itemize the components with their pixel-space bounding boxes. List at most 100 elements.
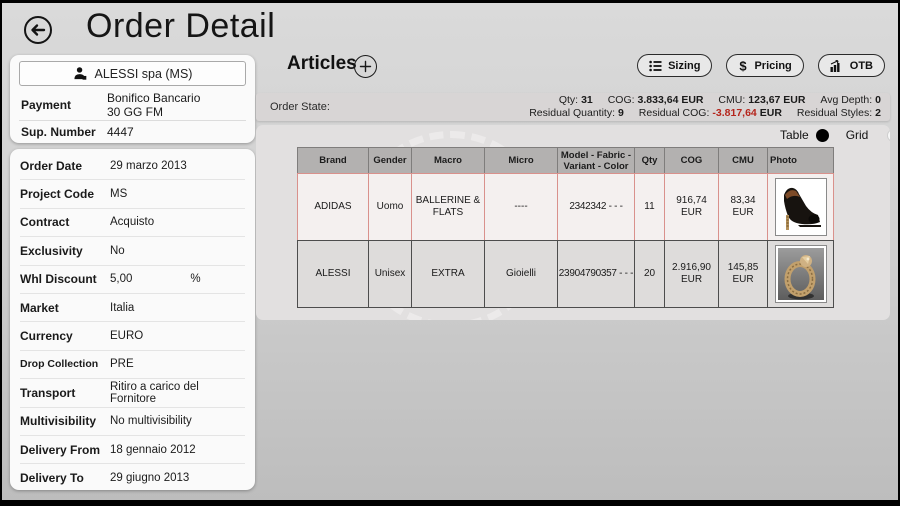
column-header-cog: COG [664, 147, 719, 174]
field-row-drop-collection: Drop Collection PRE [20, 351, 245, 380]
person-icon [73, 67, 86, 80]
chart-icon [830, 59, 840, 72]
sizing-button-label: Sizing [668, 59, 701, 72]
stat-residual-cog: Residual COG: -3.817,64 EUR [638, 107, 782, 119]
field-value: EURO [110, 330, 144, 343]
column-header-gender: Gender [368, 147, 412, 174]
field-label: Delivery To [20, 471, 84, 486]
payment-row: Payment Bonifico Bancario 30 GG FM [19, 90, 246, 121]
field-label: Whl Discount [20, 272, 97, 287]
field-label: Order Date [20, 158, 83, 173]
order-detail-screen: Order Detail ALESSI spa (MS) Payment Bon… [0, 0, 900, 506]
order-state-line1: Qty: 31 COG: 3.833,64 EUR CMU: 123,67 EUR A… [517, 94, 881, 107]
customer-button[interactable]: ALESSI spa (MS) [19, 61, 246, 86]
add-article-button[interactable] [354, 55, 377, 78]
svg-text:$: $ [740, 59, 748, 73]
field-row-currency: Currency EURO [20, 322, 245, 351]
order-state-stats: Qty: 31 COG: 3.833,64 EUR CMU: 123,67 EUR A… [517, 94, 890, 120]
articles-table: Brand Gender Macro Micro Model - Fabric … [297, 147, 834, 308]
cell-photo [767, 173, 834, 241]
back-button[interactable] [24, 16, 52, 44]
field-row-market: Market Italia [20, 294, 245, 323]
table-view-radio[interactable] [815, 128, 829, 142]
cell-cog: 2.916,90 EUR [664, 240, 719, 308]
payment-label: Payment [21, 98, 72, 112]
field-row-transport: Transport Ritiro a carico del Fornitore [20, 379, 245, 408]
stat-avg-depth: Avg Depth: 0 [820, 94, 881, 106]
field-value: PRE [110, 358, 134, 371]
field-row-multivisibility: Multivisibility No multivisibility [20, 408, 245, 436]
customer-name: ALESSI spa (MS) [94, 66, 193, 81]
dollar-icon: $ [740, 59, 748, 73]
pricing-button-label: Pricing [754, 59, 792, 72]
cell-gender: Uomo [368, 173, 412, 241]
column-header-qty: Qty [634, 147, 665, 174]
cell-brand: ALESSI [297, 240, 369, 308]
table-view-label: Table [780, 128, 809, 142]
field-row-order-date: Order Date 29 marzo 2013 [20, 152, 245, 181]
otb-button[interactable]: OTB [817, 54, 885, 77]
field-value: No [110, 244, 125, 257]
cell-cmu: 145,85 EUR [718, 240, 768, 308]
field-label: Exclusivity [20, 243, 83, 258]
field-row-exclusivity: Exclusivity No [20, 237, 245, 266]
stat-residual-quantity: Residual Quantity: 9 [529, 107, 624, 119]
cell-micro: Gioielli [484, 240, 558, 308]
column-header-micro: Micro [484, 147, 558, 174]
column-header-cmu: CMU [718, 147, 768, 174]
high-heel-shoe-image [777, 181, 824, 233]
field-row-whl-discount: Whl Discount 5,00 % [20, 266, 245, 294]
field-value: MS [110, 188, 128, 201]
column-header-macro: Macro [411, 147, 485, 174]
sizing-button[interactable]: Sizing [637, 54, 713, 77]
field-label: Contract [20, 215, 70, 230]
field-value: 29 marzo 2013 [110, 159, 187, 172]
view-toggle: Table Grid [780, 128, 890, 142]
column-header-model: Model - Fabric - Variant - Color [557, 147, 635, 174]
cell-photo [767, 240, 834, 308]
plus-icon [359, 60, 372, 73]
field-label: Transport [20, 385, 76, 400]
cell-gender: Unisex [368, 240, 412, 308]
field-row-delivery-to: Delivery To 29 giugno 2013 [20, 464, 245, 492]
field-suffix: % [190, 273, 201, 286]
field-label: Project Code [20, 187, 95, 202]
cell-cmu: 83,34 EUR [718, 173, 768, 241]
cell-model: 2342342 - - - [557, 173, 635, 241]
cell-macro: EXTRA [411, 240, 485, 308]
articles-toolbar: Sizing $ Pricing OTB [637, 54, 885, 77]
list-icon [649, 60, 662, 71]
column-header-photo: Photo [767, 147, 834, 174]
pricing-button[interactable]: $ Pricing [726, 54, 804, 77]
cell-qty: 11 [634, 173, 665, 241]
stat-cmu: CMU: 123,67 EUR [718, 94, 806, 106]
field-value: 5,00 [110, 273, 133, 286]
supplier-card: ALESSI spa (MS) Payment Bonifico Bancari… [10, 55, 255, 143]
field-label: Market [20, 300, 59, 315]
cell-macro: BALLERINE & FLATS [411, 173, 485, 241]
field-label: Multivisibility [20, 414, 97, 429]
cell-model: 23904790357 - - - [557, 240, 635, 308]
stat-residual-styles: Residual Styles: 2 [796, 107, 881, 119]
field-value: Italia [110, 301, 135, 314]
grid-view-radio[interactable] [887, 128, 890, 142]
articles-title: Articles [287, 53, 357, 74]
table-row-adidas[interactable]: ADIDAS Uomo BALLERINE & FLATS ---- 23423… [297, 173, 834, 241]
field-value: 29 giugno 2013 [110, 472, 190, 485]
cell-micro: ---- [484, 173, 558, 241]
cell-qty: 20 [634, 240, 665, 308]
back-arrow-icon [31, 24, 46, 36]
stat-cog: COG: 3.833,64 EUR [607, 94, 704, 106]
field-value: Acquisto [110, 216, 155, 229]
column-header-brand: Brand [297, 147, 369, 174]
order-fields-card: Order Date 29 marzo 2013 Project Code MS… [10, 149, 255, 490]
field-value: Ritiro a carico del Fornitore [110, 380, 199, 405]
order-state-line2: Residual Quantity: 9 Residual COG: -3.817,… [517, 107, 881, 120]
cell-cog: 916,74 EUR [664, 173, 719, 241]
order-state-bar: Order State: Qty: 31 COG: 3.833,64 EUR CMU… [256, 93, 890, 121]
table-row-alessi[interactable]: ALESSI Unisex EXTRA Gioielli 23904790357… [297, 240, 834, 308]
field-row-project-code: Project Code MS [20, 180, 245, 209]
cell-brand: ADIDAS [297, 173, 369, 241]
stat-qty: Qty: 31 [558, 94, 593, 106]
field-row-delivery-from: Delivery From 18 gennaio 2012 [20, 436, 245, 465]
